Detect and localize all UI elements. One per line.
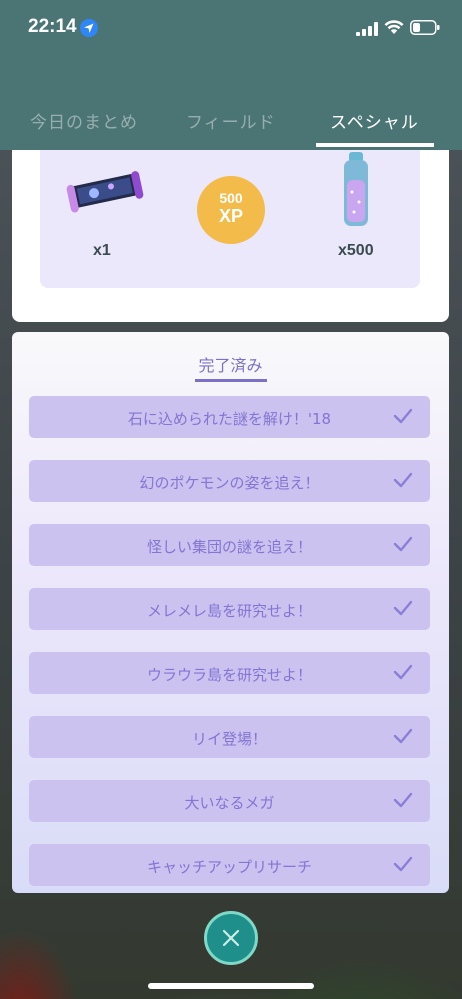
research-item-label: キャッチアップリサーチ xyxy=(146,858,312,876)
location-arrow-icon xyxy=(80,19,98,37)
research-item-label: リイ登場！ xyxy=(191,730,267,748)
completed-research-panel: 完了済み 石に込められた謎を解け！'18 幻のポケモンの姿を追え！ 怪しい集団の… xyxy=(12,332,449,893)
tab-special[interactable]: スペシャル xyxy=(330,108,419,133)
stardust-potion-icon xyxy=(344,152,368,226)
wifi-icon xyxy=(384,20,404,34)
completed-research-item[interactable]: キャッチアップリサーチ xyxy=(29,844,430,886)
status-bar: 22:14 xyxy=(0,0,462,60)
completed-title-underline xyxy=(195,379,267,382)
battery-icon xyxy=(410,20,440,35)
research-map-scroll-icon xyxy=(66,171,144,213)
completed-research-item[interactable]: リイ登場！ xyxy=(29,716,430,758)
completed-research-item[interactable]: メレメレ島を研究せよ！ xyxy=(29,588,430,630)
close-icon xyxy=(222,929,240,947)
research-item-label: ウラウラ島を研究せよ！ xyxy=(146,666,312,684)
map-reward-count: x1 xyxy=(93,242,111,259)
checkmark-icon xyxy=(393,472,413,488)
cellular-signal-icon xyxy=(356,22,378,36)
close-button[interactable] xyxy=(204,911,258,965)
xp-unit: XP xyxy=(218,206,243,226)
completed-title: 完了済み xyxy=(198,356,263,375)
status-time: 22:14 xyxy=(28,16,77,37)
checkmark-icon xyxy=(393,728,413,744)
research-item-label: 石に込められた謎を解け！'18 xyxy=(127,410,332,428)
completed-research-item[interactable]: 幻のポケモンの姿を追え！ xyxy=(29,460,430,502)
tab-field[interactable]: フィールド xyxy=(186,108,276,133)
xp-amount: 500 xyxy=(219,190,243,206)
header-tab-bar xyxy=(0,60,462,150)
completed-research-item[interactable]: 怪しい集団の謎を追え！ xyxy=(29,524,430,566)
research-item-label: 大いなるメガ xyxy=(184,794,275,812)
xp-coin-icon: 500 XP xyxy=(197,176,265,244)
checkmark-icon xyxy=(393,536,413,552)
completed-research-item[interactable]: ウラウラ島を研究せよ！ xyxy=(29,652,430,694)
stardust-reward-count: x500 xyxy=(338,242,374,259)
checkmark-icon xyxy=(393,408,413,424)
research-item-label: メレメレ島を研究せよ！ xyxy=(146,602,312,620)
completed-research-item[interactable]: 石に込められた謎を解け！'18 xyxy=(29,396,430,438)
research-item-label: 幻のポケモンの姿を追え！ xyxy=(139,474,320,492)
checkmark-icon xyxy=(393,664,413,680)
completed-research-item[interactable]: 大いなるメガ xyxy=(29,780,430,822)
active-tab-indicator xyxy=(316,143,434,147)
home-indicator xyxy=(148,983,314,989)
checkmark-icon xyxy=(393,600,413,616)
checkmark-icon xyxy=(393,792,413,808)
tab-today-summary[interactable]: 今日のまとめ xyxy=(30,108,138,133)
checkmark-icon xyxy=(393,856,413,872)
research-item-label: 怪しい集団の謎を追え！ xyxy=(146,538,312,556)
